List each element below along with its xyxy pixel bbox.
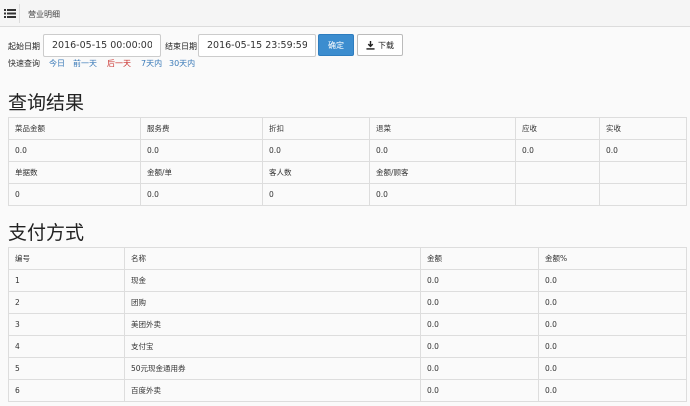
table-cell: 0.0 [420,291,539,314]
start-date-input[interactable] [43,34,161,57]
download-icon [366,40,375,50]
table-header-cell: 服务费 [140,117,263,140]
table-cell: 0.0 [140,183,263,206]
table-header-cell: 菜品金额 [8,117,141,140]
table-cell [515,183,600,206]
download-button-label: 下载 [378,40,394,50]
table-cell: 1 [8,269,125,292]
table-header-cell: 退菜 [369,117,516,140]
table-row: 3 美团外卖 0.0 0.0 [8,313,687,336]
table-cell: 0.0 [420,313,539,336]
table-row: 1 现金 0.0 0.0 [8,269,687,292]
quick-link-30-days[interactable]: 30天内 [169,58,195,69]
payment-methods-table: 编号 名称 金额 金额% 1 现金 0.0 0.0 2 团购 0.0 0.0 3… [8,247,687,402]
quick-link-7-days[interactable]: 7天内 [141,58,162,69]
end-date-label: 结束日期 [165,42,197,51]
table-header-cell: 单据数 [8,161,141,184]
table-header-cell: 金额 [420,247,539,270]
table-cell: 0.0 [538,379,687,402]
table-row: 4 支付宝 0.0 0.0 [8,335,687,358]
top-bar: 营业明细 [0,0,690,27]
table-cell: 0.0 [538,357,687,380]
table-row: 2 团购 0.0 0.0 [8,291,687,314]
table-cell: 百度外卖 [124,379,421,402]
page-title: 营业明细 [28,10,60,19]
table-cell: 支付宝 [124,335,421,358]
table-cell: 50元现金通用券 [124,357,421,380]
table-header-cell: 实收 [599,117,687,140]
quick-link-next-day[interactable]: 后一天 [107,58,131,69]
table-cell: 0.0 [599,139,687,162]
table-cell: 6 [8,379,125,402]
table-row: 菜品金额 服务费 折扣 退菜 应收 实收 [8,117,687,140]
table-header-cell: 编号 [8,247,125,270]
table-row: 5 50元现金通用券 0.0 0.0 [8,357,687,380]
table-cell: 0 [262,183,370,206]
table-cell: 0.0 [538,335,687,358]
table-cell: 美团外卖 [124,313,421,336]
confirm-button-label: 确定 [328,40,344,50]
table-row: 0 0.0 0 0.0 [8,183,687,206]
table-cell [599,183,687,206]
table-cell: 0.0 [538,291,687,314]
quick-link-previous-day[interactable]: 前一天 [73,58,97,69]
results-title: 查询结果 [8,92,85,114]
quick-query-label: 快速查询 [8,59,40,68]
table-header-cell: 应收 [515,117,600,140]
table-header-cell: 金额% [538,247,687,270]
table-cell: 0.0 [420,269,539,292]
start-date-label: 起始日期 [8,42,40,51]
table-row: 0.0 0.0 0.0 0.0 0.0 0.0 [8,139,687,162]
table-cell: 现金 [124,269,421,292]
end-date-input[interactable] [198,34,316,57]
table-cell: 0.0 [420,335,539,358]
table-header-cell [515,161,600,184]
quick-link-today[interactable]: 今日 [49,58,65,69]
table-cell: 3 [8,313,125,336]
table-header-cell: 客人数 [262,161,370,184]
payment-methods-title: 支付方式 [8,222,85,244]
table-cell: 0.0 [515,139,600,162]
list-icon[interactable] [4,8,16,19]
table-cell: 5 [8,357,125,380]
table-cell: 2 [8,291,125,314]
table-cell: 0.0 [538,269,687,292]
table-cell: 0 [8,183,141,206]
table-cell: 0.0 [420,379,539,402]
table-header-cell: 名称 [124,247,421,270]
table-cell: 0.0 [538,313,687,336]
table-header-cell: 金额/单 [140,161,263,184]
results-table: 菜品金额 服务费 折扣 退菜 应收 实收 0.0 0.0 0.0 0.0 0.0… [8,117,687,206]
table-row: 编号 名称 金额 金额% [8,247,687,270]
table-cell: 0.0 [8,139,141,162]
table-cell: 0.0 [369,139,516,162]
table-cell: 0.0 [369,183,516,206]
table-header-cell: 折扣 [262,117,370,140]
table-cell: 0.0 [420,357,539,380]
table-cell: 4 [8,335,125,358]
table-cell: 0.0 [262,139,370,162]
download-button[interactable]: 下载 [357,34,403,56]
divider [19,4,20,23]
table-cell: 0.0 [140,139,263,162]
table-cell: 团购 [124,291,421,314]
table-row: 单据数 金额/单 客人数 金额/顾客 [8,161,687,184]
confirm-button[interactable]: 确定 [318,34,354,56]
table-row: 6 百度外卖 0.0 0.0 [8,379,687,402]
table-header-cell [599,161,687,184]
table-header-cell: 金额/顾客 [369,161,516,184]
